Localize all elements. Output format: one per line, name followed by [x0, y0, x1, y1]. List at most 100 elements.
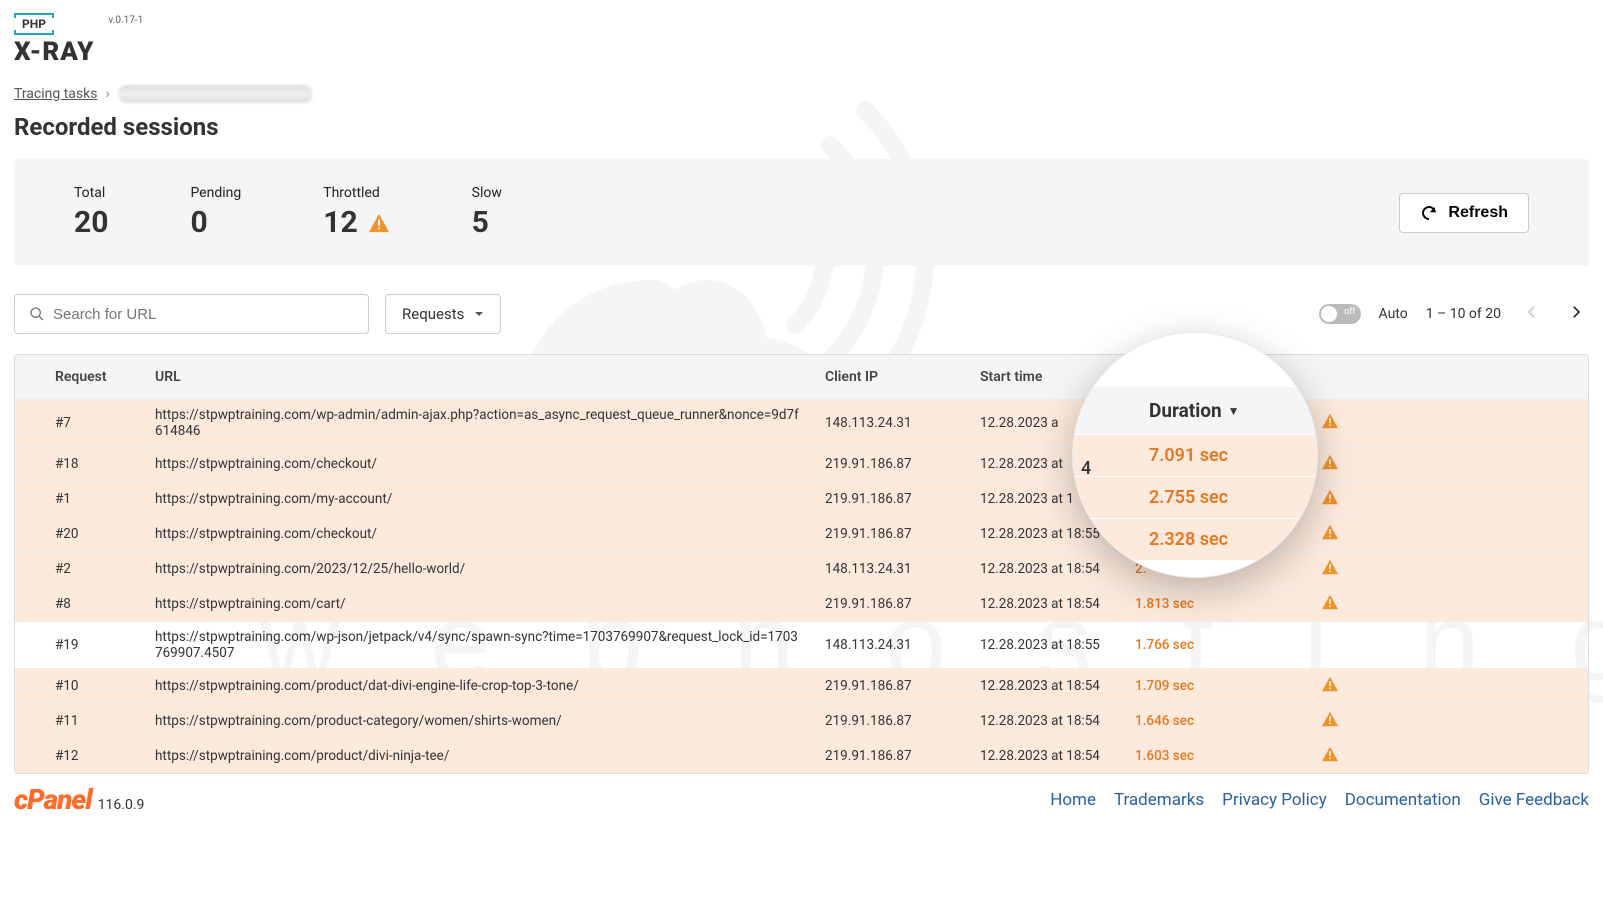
cell-ip: 219.91.186.87 — [825, 748, 980, 764]
footer-link-feedback[interactable]: Give Feedback — [1479, 790, 1589, 810]
table-row[interactable]: #18https://stpwptraining.com/checkout/21… — [15, 446, 1588, 481]
cell-request: #18 — [15, 456, 155, 472]
cell-time: 12.28.2023 at 18:55 — [980, 637, 1135, 653]
cell-url: https://stpwptraining.com/product/divi-n… — [155, 748, 825, 764]
cell-ip: 148.113.24.31 — [825, 415, 980, 431]
app-logo: PHP X-RAY v.0.17-1 — [14, 13, 1589, 67]
lens-side-number: 4 — [1081, 458, 1091, 479]
cell-ip: 219.91.186.87 — [825, 526, 980, 542]
col-client-ip[interactable]: Client IP — [825, 369, 980, 385]
lens-row: 7.091 sec — [1073, 434, 1317, 476]
table-row[interactable]: #12https://stpwptraining.com/product/div… — [15, 738, 1588, 773]
cell-warning — [1290, 559, 1370, 579]
cell-url: https://stpwptraining.com/wp-admin/admin… — [155, 407, 825, 439]
php-badge: PHP — [14, 13, 54, 35]
col-url[interactable]: URL — [155, 369, 825, 385]
stat-throttled: Throttled 12 — [323, 185, 389, 240]
cpanel-logo: cPanel 116.0.9 — [14, 783, 144, 816]
search-input[interactable] — [53, 306, 354, 323]
page-title: Recorded sessions — [14, 113, 1589, 141]
warning-icon — [368, 213, 390, 233]
cell-time: 12.28.2023 at 18:54 — [980, 596, 1135, 612]
refresh-button[interactable]: Refresh — [1399, 193, 1529, 233]
warning-icon — [1321, 413, 1339, 429]
footer-links: Home Trademarks Privacy Policy Documenta… — [1050, 790, 1589, 810]
cell-url: https://stpwptraining.com/product-catego… — [155, 713, 825, 729]
breadcrumb: Tracing tasks › — [14, 85, 1589, 103]
cell-ip: 148.113.24.31 — [825, 637, 980, 653]
table-row[interactable]: #11https://stpwptraining.com/product-cat… — [15, 703, 1588, 738]
table-row[interactable]: #19https://stpwptraining.com/wp-json/jet… — [15, 621, 1588, 668]
cell-ip: 219.91.186.87 — [825, 456, 980, 472]
stats-bar: Total 20 Pending 0 Throttled 12 Slow 5 R… — [14, 159, 1589, 266]
footer: cPanel 116.0.9 Home Trademarks Privacy P… — [0, 774, 1603, 828]
cell-warning — [1290, 594, 1370, 614]
stat-total: Total 20 — [74, 185, 108, 240]
cell-request: #12 — [15, 748, 155, 764]
cell-duration: 1.813 sec — [1135, 596, 1290, 612]
warning-icon — [1321, 489, 1339, 505]
breadcrumb-current-blurred — [118, 85, 313, 103]
cell-url: https://stpwptraining.com/cart/ — [155, 596, 825, 612]
cell-url: https://stpwptraining.com/product/dat-di… — [155, 678, 825, 694]
sessions-table: Request URL Client IP Start time Duratio… — [14, 354, 1589, 774]
chevron-down-icon — [474, 309, 484, 319]
cell-ip: 219.91.186.87 — [825, 596, 980, 612]
footer-link-trademarks[interactable]: Trademarks — [1114, 790, 1204, 810]
table-row[interactable]: #10https://stpwptraining.com/product/dat… — [15, 668, 1588, 703]
cell-duration: 1.709 sec — [1135, 678, 1290, 694]
app-version: v.0.17-1 — [108, 15, 143, 26]
xray-title: X-RAY — [14, 37, 94, 67]
stat-pending: Pending 0 — [190, 185, 241, 240]
cell-ip: 148.113.24.31 — [825, 561, 980, 577]
cell-warning — [1290, 524, 1370, 544]
cell-request: #8 — [15, 596, 155, 612]
stat-slow: Slow 5 — [472, 185, 502, 240]
cell-warning — [1290, 711, 1370, 731]
zoom-lens: 4 Duration ▼ 7.091 sec 2.755 sec 2.328 s… — [1072, 332, 1318, 578]
prev-page-button[interactable] — [1519, 299, 1545, 329]
cell-url: https://stpwptraining.com/wp-json/jetpac… — [155, 629, 825, 661]
cell-ip: 219.91.186.87 — [825, 678, 980, 694]
cell-duration: 1.646 sec — [1135, 713, 1290, 729]
cell-time: 12.28.2023 at 18:54 — [980, 678, 1135, 694]
table-row[interactable]: #2https://stpwptraining.com/2023/12/25/h… — [15, 551, 1588, 586]
footer-link-privacy[interactable]: Privacy Policy — [1222, 790, 1327, 810]
pagination-text: 1 – 10 of 20 — [1426, 306, 1501, 322]
lens-duration-header: Duration ▼ — [1073, 387, 1317, 434]
cell-url: https://stpwptraining.com/checkout/ — [155, 526, 825, 542]
refresh-icon — [1420, 204, 1438, 222]
col-request[interactable]: Request — [15, 369, 155, 385]
warning-icon — [1321, 746, 1339, 762]
table-row[interactable]: #7https://stpwptraining.com/wp-admin/adm… — [15, 399, 1588, 446]
table-row[interactable]: #20https://stpwptraining.com/checkout/21… — [15, 516, 1588, 551]
footer-link-docs[interactable]: Documentation — [1345, 790, 1461, 810]
footer-link-home[interactable]: Home — [1050, 790, 1096, 810]
breadcrumb-root[interactable]: Tracing tasks — [14, 86, 97, 102]
auto-toggle-label: Auto — [1379, 306, 1408, 322]
cell-request: #2 — [15, 561, 155, 577]
next-page-button[interactable] — [1563, 299, 1589, 329]
cell-request: #10 — [15, 678, 155, 694]
cell-warning — [1290, 746, 1370, 766]
cell-request: #11 — [15, 713, 155, 729]
warning-icon — [1321, 454, 1339, 470]
cell-request: #19 — [15, 637, 155, 653]
search-input-wrapper[interactable] — [14, 294, 369, 334]
warning-icon — [1321, 711, 1339, 727]
cell-request: #20 — [15, 526, 155, 542]
cell-duration: 1.766 sec — [1135, 637, 1290, 653]
cell-warning — [1290, 676, 1370, 696]
warning-icon — [1321, 594, 1339, 610]
table-row[interactable]: #1https://stpwptraining.com/my-account/2… — [15, 481, 1588, 516]
table-row[interactable]: #8https://stpwptraining.com/cart/219.91.… — [15, 586, 1588, 621]
cell-url: https://stpwptraining.com/2023/12/25/hel… — [155, 561, 825, 577]
warning-icon — [1321, 676, 1339, 692]
warning-icon — [1321, 559, 1339, 575]
cell-ip: 219.91.186.87 — [825, 713, 980, 729]
auto-toggle[interactable]: off — [1319, 304, 1361, 324]
requests-dropdown[interactable]: Requests — [385, 294, 501, 334]
search-icon — [29, 306, 45, 322]
cell-url: https://stpwptraining.com/checkout/ — [155, 456, 825, 472]
table-header: Request URL Client IP Start time Duratio… — [15, 355, 1588, 399]
